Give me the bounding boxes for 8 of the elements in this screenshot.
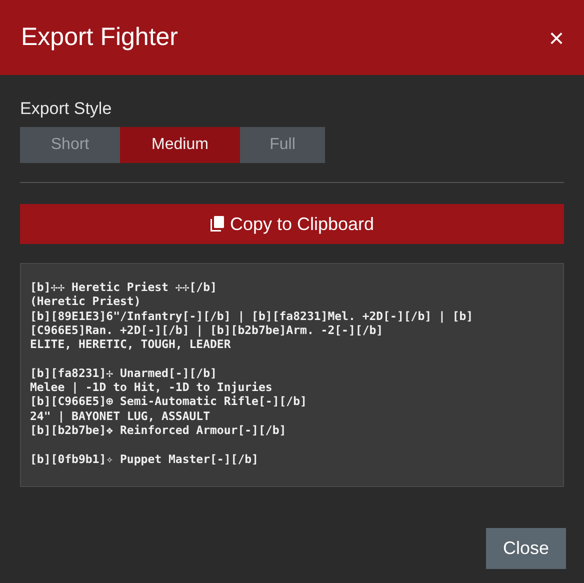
export-text[interactable]: [b]✢✢ Heretic Priest ✢✢[/b] (Heretic Priest) [b][89E1E3]6"/Infantry[-][/b] | [b][fa8231]Mel. +2D[-][/b] | [b] [C966E5]Ran. +2D[-][/b] | [b][b2b7be]Arm. -2[-][/b] ELITE, HERETIC, TOUGH, LEADER [b][fa8231]✢ Unarmed[-][/b] Melee | -1D to Hit, -1D to Injuries [b][C966E5]⊕ Semi-Automatic Rifle[-][/b] 24" | BAYONET LUG, ASSAULT [b][b2b7be]❖ Reinforced Armour[-][/b] [b][0fb9b1]✧ Puppet Master[-][/b]: [20, 263, 564, 487]
export-style-option[interactable]: Medium: [120, 127, 240, 163]
export-style-label: Export Style: [20, 99, 113, 119]
copy-icon: [210, 216, 224, 232]
close-button[interactable]: ×: [548, 24, 564, 50]
dialog-title: Export Fighter: [21, 23, 178, 52]
close-button[interactable]: Close: [486, 528, 566, 569]
copy-button[interactable]: Copy to Clipboard: [20, 204, 564, 244]
